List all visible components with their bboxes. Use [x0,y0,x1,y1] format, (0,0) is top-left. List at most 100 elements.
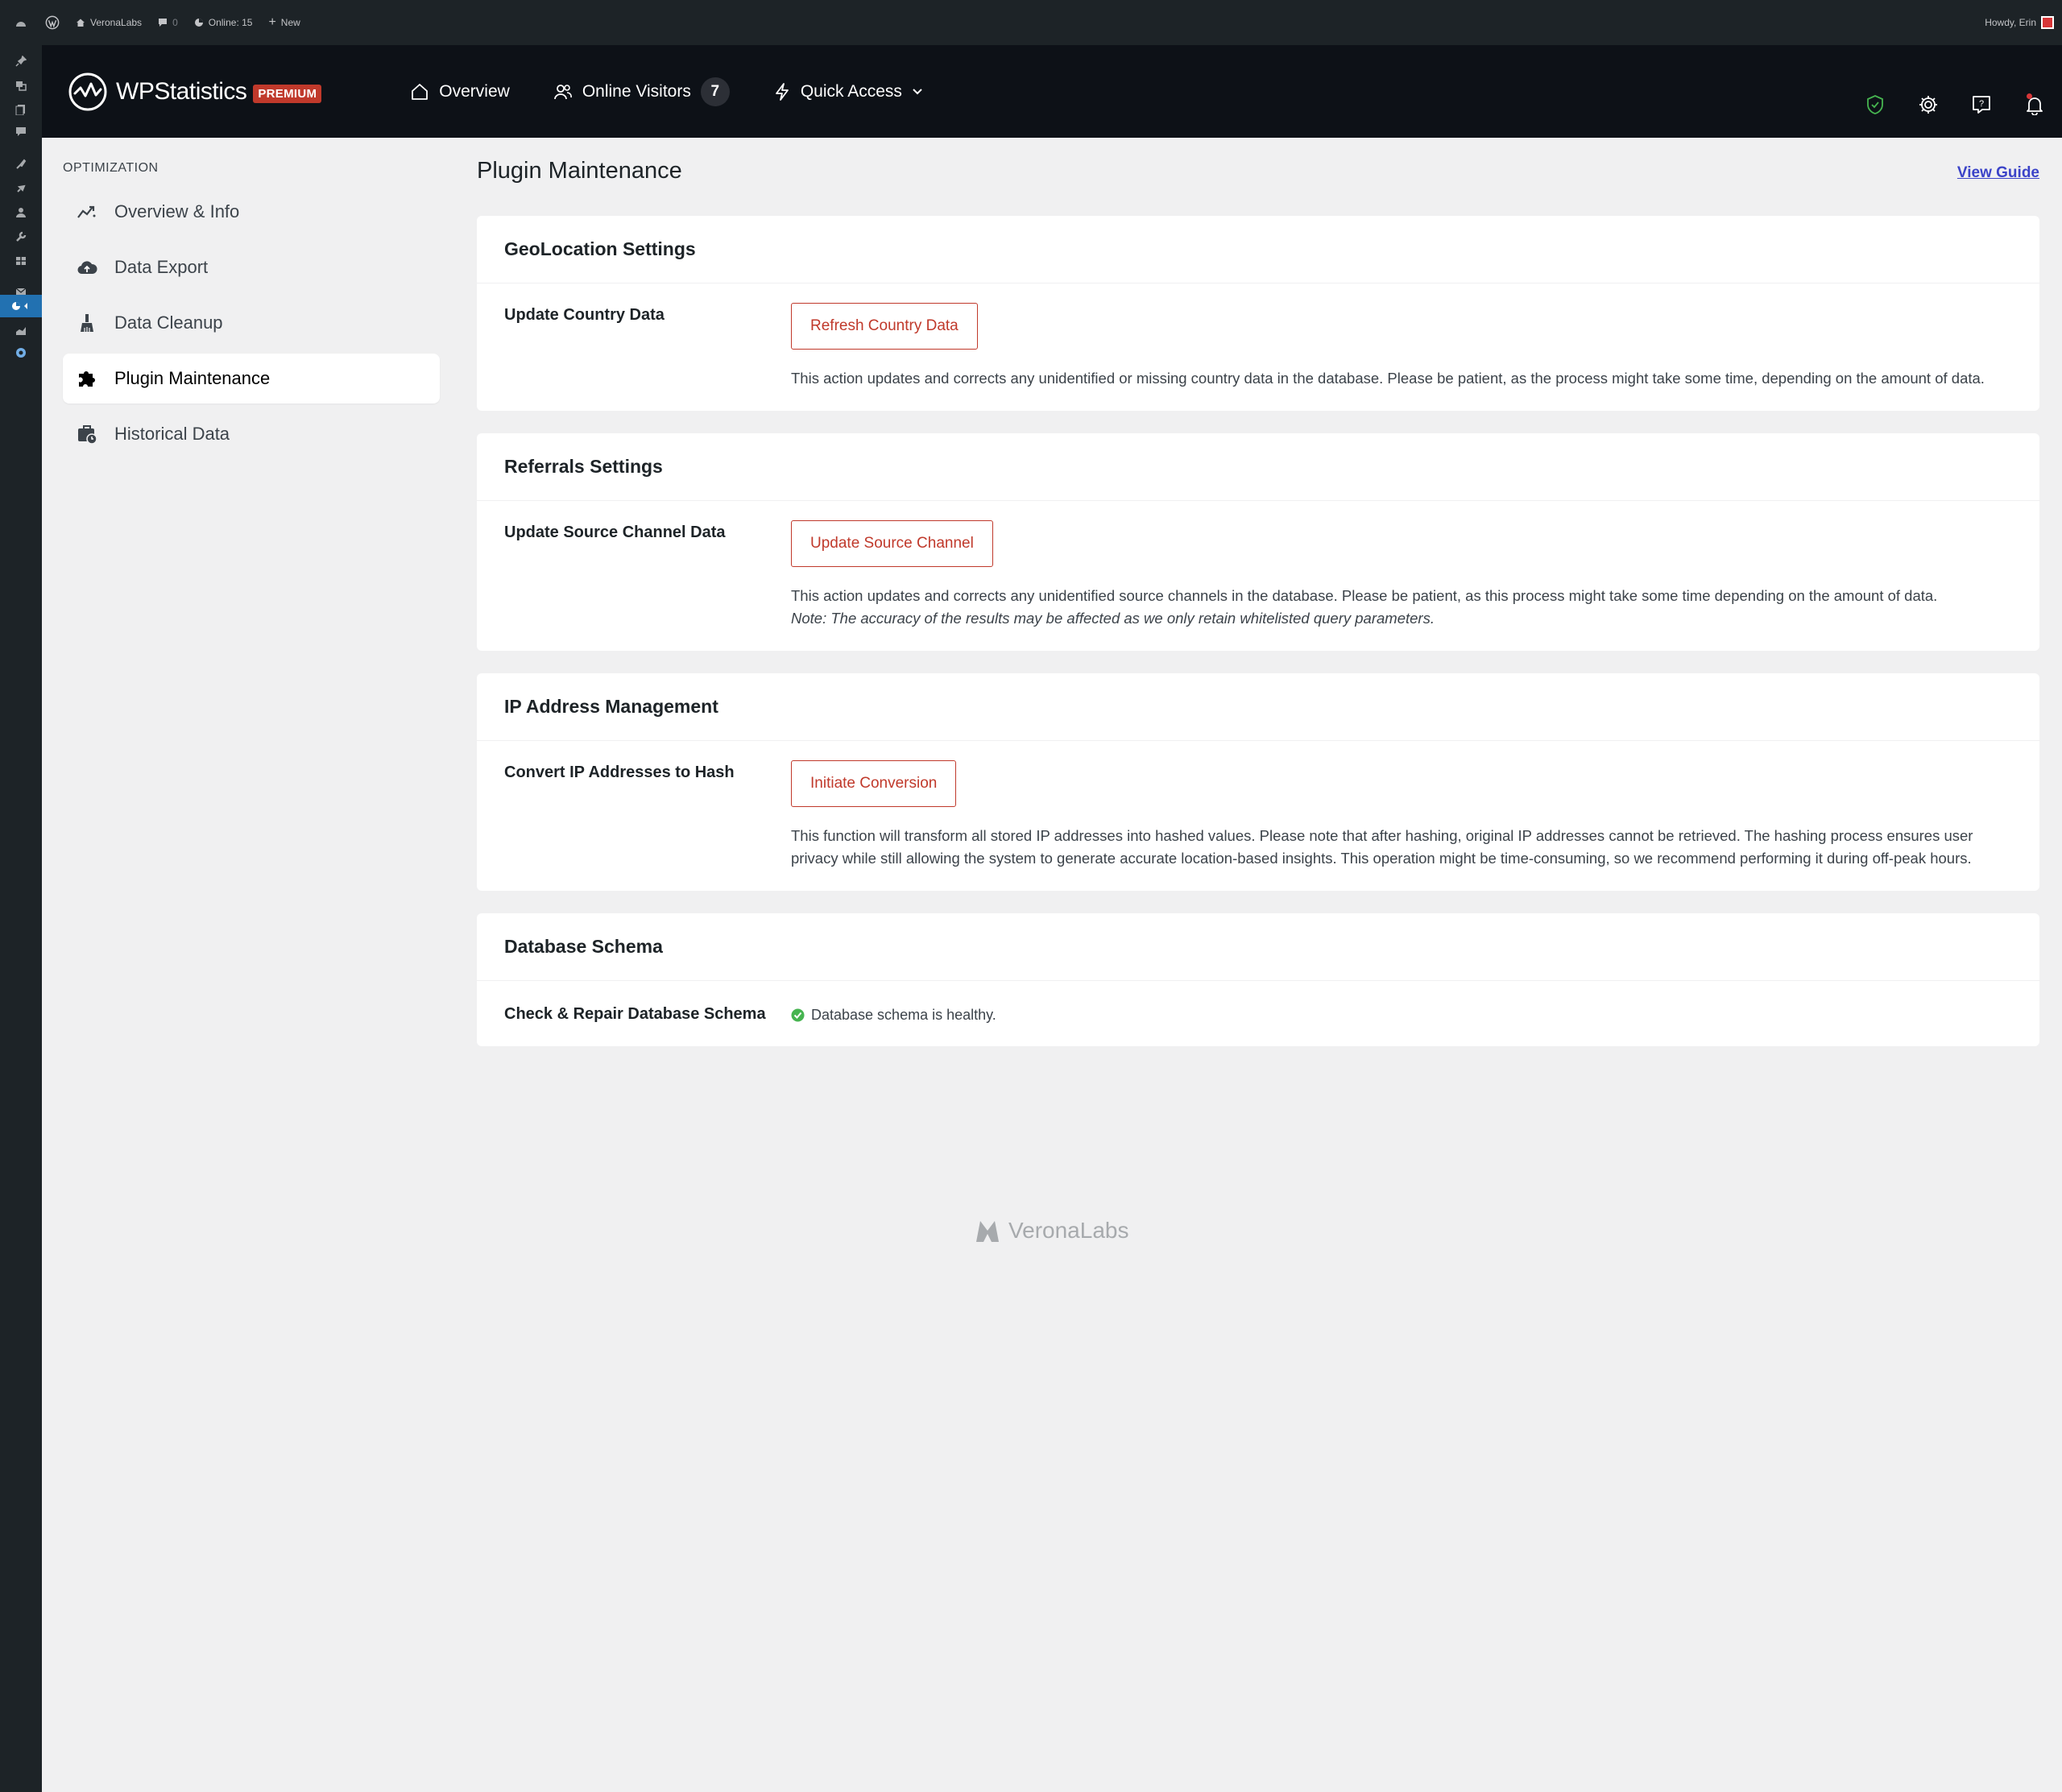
refresh-country-data-button[interactable]: Refresh Country Data [791,303,978,350]
svg-text:?: ? [1979,99,1984,109]
description-text: This action updates and corrects any uni… [791,587,1938,604]
notification-dot [2027,93,2032,99]
sidebar-item-data-export[interactable]: Data Export [63,242,440,292]
wp-statistics-logo[interactable]: WPStatistics PREMIUM [68,72,322,112]
schema-status: Database schema is healthy. [791,1002,2012,1024]
wp-statistics-menu-icon[interactable] [0,295,42,317]
nav-online-visitors[interactable]: Online Visitors 7 [553,77,730,106]
cloud-upload-icon [77,261,97,275]
setting-label: Update Country Data [504,306,665,324]
nav-quick-access-label: Quick Access [800,81,902,101]
online-count: Online: 15 [208,17,253,28]
admin-bar-comments[interactable]: 0 [158,17,178,28]
sidebar-item-label: Historical Data [114,424,230,444]
circle-plugin-icon[interactable] [0,341,42,364]
nav-overview[interactable]: Overview [410,82,510,101]
admin-bar-site-link[interactable]: VeronaLabs [76,17,142,28]
gear-icon[interactable] [1917,93,1940,116]
wordpress-logo-icon[interactable] [45,15,60,30]
database-schema-card: Database Schema Check & Repair Database … [477,913,2039,1046]
card-title: IP Address Management [477,673,2039,741]
premium-badge: PREMIUM [253,85,322,103]
appearance-icon[interactable] [0,153,42,176]
plugins-icon[interactable] [0,177,42,200]
users-icon [553,84,572,99]
wp-statistics-logo-icon [68,72,107,110]
update-source-channel-button[interactable]: Update Source Channel [791,520,993,567]
setting-label: Convert IP Addresses to Hash [504,764,735,781]
sidebar-item-label: Overview & Info [114,201,240,221]
comments-count: 0 [172,17,178,28]
setting-description: This action updates and corrects any uni… [791,370,1985,387]
card-title: GeoLocation Settings [477,216,2039,283]
comment-icon [159,19,168,27]
sidebar-item-plugin-maintenance[interactable]: Plugin Maintenance [63,354,440,404]
optimization-sidebar: OPTIMIZATION Overview & Info Data Export… [63,161,440,465]
referrals-settings-card: Referrals Settings Update Source Channel… [477,433,2039,651]
site-name: VeronaLabs [90,17,143,28]
briefcase-clock-icon [78,425,97,445]
admin-bar-account[interactable]: Howdy, Erin [1985,16,2054,29]
sidebar-item-label: Plugin Maintenance [114,368,271,388]
geolocation-settings-card: GeoLocation Settings Update Country Data… [477,216,2039,411]
admin-bar-online[interactable]: Online: 15 [194,17,253,28]
bell-icon[interactable] [2023,93,2046,116]
sidebar-item-overview-info[interactable]: Overview & Info [63,187,440,237]
initiate-conversion-button[interactable]: Initiate Conversion [791,760,957,807]
help-icon[interactable]: ? [1970,93,1993,116]
pie-chart-icon [194,19,203,27]
dashboard-icon[interactable] [0,13,42,35]
broom-icon [81,314,93,332]
trend-icon [77,205,96,218]
page-title: Plugin Maintenance [477,158,682,184]
home-icon [77,19,85,27]
sidebar-item-data-cleanup[interactable]: Data Cleanup [63,298,440,348]
sidebar-item-historical-data[interactable]: Historical Data [63,409,440,459]
setting-description: This function will transform all stored … [791,827,1973,867]
setting-description: This action updates and corrects any uni… [791,585,2007,630]
view-guide-link[interactable]: View Guide [1957,164,2039,182]
lightning-icon [775,82,789,101]
howdy-text: Howdy, Erin [1985,17,2036,28]
veronalabs-logo-icon [976,1221,999,1242]
comments-icon[interactable] [0,121,42,143]
media-icon[interactable] [0,74,42,97]
brand-name: WPStatistics [116,77,247,105]
puzzle-icon [79,371,95,387]
wp-admin-bar: VeronaLabs 0 Online: 15 + New Howdy, Eri… [0,0,2062,45]
avatar [2041,16,2054,29]
footer-brand: VeronaLabs [1008,1218,1129,1243]
ip-address-management-card: IP Address Management Convert IP Address… [477,673,2039,891]
sidebar-heading: OPTIMIZATION [63,161,159,175]
wp-admin-menu [0,22,42,1792]
chevron-down-icon [913,88,922,94]
admin-bar-new[interactable]: + New [268,15,300,29]
plugin-header: WPStatistics PREMIUM Overview Online Vis… [42,45,2062,138]
pin-icon[interactable] [0,50,42,72]
note-text: Note: The accuracy of the results may be… [791,610,1435,627]
shield-check-icon[interactable] [1864,93,1886,116]
veronalabs-footer-logo[interactable]: VeronaLabs [975,1218,1128,1244]
plus-icon: + [268,15,276,29]
home-icon [412,83,429,100]
setting-label: Update Source Channel Data [504,524,726,541]
users-icon[interactable] [0,201,42,224]
check-circle-icon [791,1008,805,1022]
online-visitors-count: 7 [700,77,730,106]
header-nav: Overview Online Visitors 7 Quick Access [410,77,923,106]
card-title: Database Schema [477,913,2039,981]
sidebar-item-label: Data Export [114,257,209,277]
sidebar-item-label: Data Cleanup [114,312,223,333]
schema-status-text: Database schema is healthy. [811,1007,996,1023]
tools-icon[interactable] [0,226,42,248]
card-title: Referrals Settings [477,433,2039,501]
pages-icon[interactable] [0,98,42,121]
analytics-icon[interactable] [0,319,42,341]
new-label: New [280,17,300,28]
settings-grid-icon[interactable] [0,250,42,272]
main-content: Plugin Maintenance View Guide GeoLocatio… [477,158,2039,1069]
nav-quick-access[interactable]: Quick Access [773,82,923,101]
setting-label: Check & Repair Database Schema [504,1005,766,1023]
nav-online-visitors-label: Online Visitors [582,81,691,101]
nav-overview-label: Overview [439,81,510,101]
